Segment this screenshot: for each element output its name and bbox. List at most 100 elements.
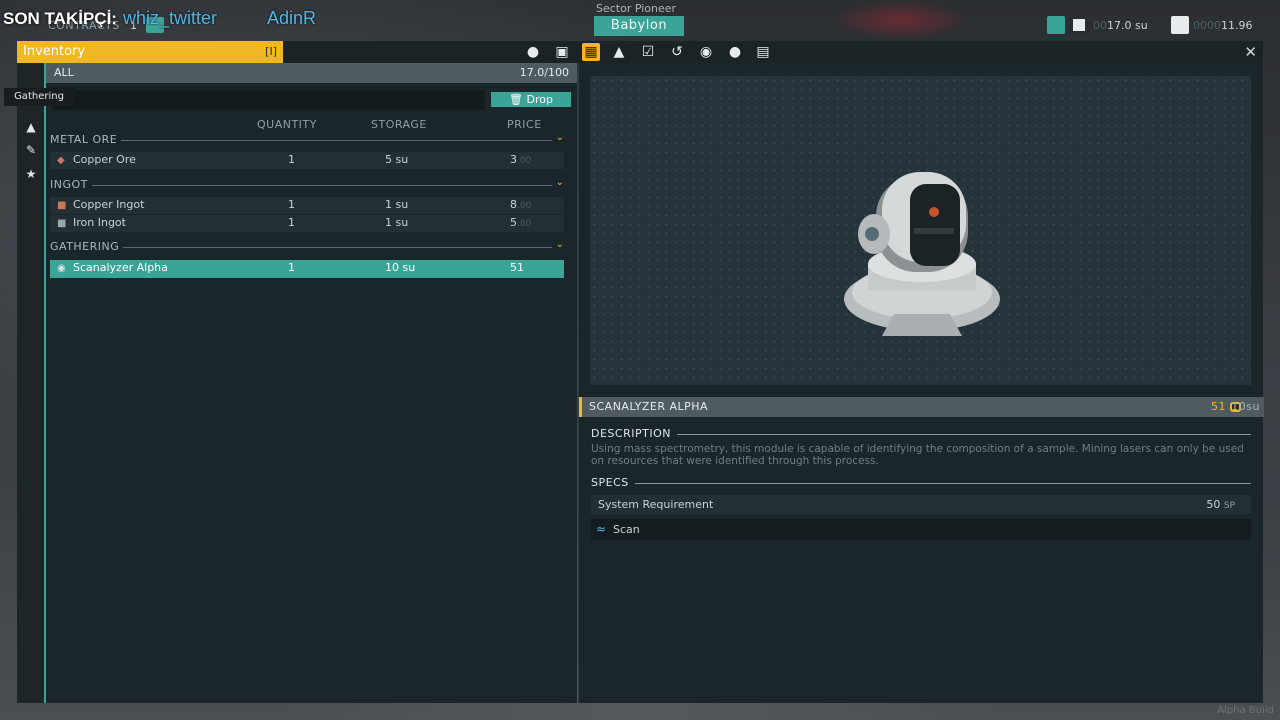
table-row[interactable]: ◆ Copper Ore 1 5 su 3.00 — [50, 152, 564, 169]
list-icon[interactable]: ▤ — [754, 43, 772, 61]
item-price: 51 — [510, 261, 524, 274]
capacity-readout: 17.0/100 — [519, 66, 569, 79]
column-price[interactable]: PRICE — [507, 118, 542, 131]
window-title: Inventory — [23, 44, 86, 59]
item-quantity: 1 — [288, 198, 295, 211]
category-header[interactable]: INGOT ⌄ — [50, 177, 564, 192]
item-name: Scanalyzer Alpha — [73, 261, 168, 274]
item-name: Copper Ore — [73, 153, 136, 166]
drop-button[interactable]: 🗑 Drop — [491, 92, 571, 107]
chevron-down-icon[interactable]: ⌄ — [556, 132, 564, 143]
column-storage[interactable]: STORAGE — [371, 118, 427, 131]
globe-icon[interactable]: ◉ — [697, 43, 715, 61]
item-list-panel: ALL 17.0/100 🗑 Drop QUANTITY STORAGE PRI… — [46, 63, 577, 703]
drop-label: Drop — [526, 93, 553, 106]
detail-title-bar: SCANALYZER ALPHA 51 10su — [579, 397, 1264, 417]
table-row-selected[interactable]: ◉ Scanalyzer Alpha 1 10 su 51 — [50, 260, 564, 278]
inventory-icon[interactable]: ▦ — [582, 43, 600, 61]
ship-icon[interactable]: ▲ — [610, 43, 628, 61]
stream-follower-label: SON TAKİPÇİ: — [3, 9, 117, 28]
gathering-icon[interactable]: ▲ — [23, 119, 39, 135]
item-description: Using mass spectrometry, this module is … — [591, 443, 1244, 467]
stream-follower-name-2: AdinR — [267, 8, 317, 28]
category-label: METAL ORE — [50, 133, 122, 146]
spec-row: System Requirement 50 SP — [591, 495, 1251, 514]
wifi-icon: ≈ — [596, 522, 607, 536]
section-rule — [591, 483, 1251, 484]
tree-icon[interactable]: ▣ — [553, 43, 571, 61]
category-header[interactable]: METAL ORE ⌄ — [50, 132, 564, 147]
price-whole: 3 — [510, 153, 517, 166]
ability-label: Scan — [613, 523, 640, 536]
ability-row[interactable]: ≈ Scan — [591, 519, 1251, 540]
category-label: GATHERING — [50, 240, 124, 253]
category-header[interactable]: GATHERING ⌄ — [50, 239, 564, 254]
price-frac: .00 — [517, 201, 532, 211]
section-label: DESCRIPTION — [591, 427, 677, 440]
item-storage: 1 su — [385, 198, 409, 211]
check-icon[interactable]: ☑ — [639, 43, 657, 61]
inventory-window: Inventory [I] ● ▣ ▦ ▲ ☑ ↺ ◉ ● ▤ ✕ ▲ ✎ ★ … — [4, 40, 1264, 703]
filter-bar[interactable]: ALL 17.0/100 — [46, 63, 577, 83]
item-storage: 1 su — [385, 216, 409, 229]
price-frac: .00 — [517, 156, 532, 166]
item-detail-panel: SCANALYZER ALPHA 51 10su DESCRIPTION Usi… — [578, 63, 1264, 703]
category-rule — [50, 140, 552, 141]
crafting-icon[interactable]: ✎ — [23, 142, 39, 158]
item-price: 3.00 — [510, 153, 531, 166]
table-row[interactable]: ■ Iron Ingot 1 1 su 5.80 — [50, 215, 564, 232]
credits-value: 11.96 — [1221, 19, 1253, 32]
sector-label: Sector Pioneer — [596, 2, 677, 15]
copper-ingot-icon: ■ — [57, 200, 67, 211]
item-name: Iron Ingot — [73, 216, 126, 229]
storage-value: 17.0 su — [1107, 19, 1148, 32]
chevron-down-icon[interactable]: ⌄ — [556, 239, 564, 250]
item-quantity: 1 — [288, 216, 295, 229]
person-icon[interactable]: ● — [524, 43, 542, 61]
sector-name[interactable]: Babylon — [594, 16, 684, 36]
section-label: SPECS — [591, 476, 635, 489]
close-icon[interactable]: ✕ — [1244, 43, 1257, 61]
stream-follower-name-1: whiz_twitter — [123, 8, 218, 28]
column-quantity[interactable]: QUANTITY — [257, 118, 317, 131]
specs-header: SPECS — [591, 476, 1251, 490]
category-rail: ▲ ✎ ★ — [17, 63, 45, 703]
storage-icon — [1070, 16, 1088, 34]
category-rule — [50, 247, 552, 248]
top-hud: CONTRACTS 1 SON TAKİPÇİ: whiz_twitter Ad… — [0, 0, 1280, 40]
history-icon[interactable]: ↺ — [668, 43, 686, 61]
spec-value: 50 SP — [1206, 495, 1235, 516]
gathering-tooltip: Gathering — [4, 88, 74, 106]
price-whole: 51 — [510, 261, 524, 274]
section-rule — [591, 434, 1251, 435]
table-row[interactable]: ■ Copper Ingot 1 1 su 8.00 — [50, 197, 564, 214]
price-whole: 8 — [510, 198, 517, 211]
storage-readout: 0017.0 su — [1093, 19, 1148, 32]
scanner-icon: ◉ — [57, 263, 66, 274]
group-icon[interactable]: ● — [726, 43, 744, 61]
search-input[interactable] — [52, 90, 485, 110]
trophy-icon[interactable]: ★ — [23, 166, 39, 182]
category-rule — [50, 185, 552, 186]
credits-icon — [1171, 16, 1189, 34]
build-watermark: Alpha Build — [1217, 705, 1274, 716]
scanalyzer-model — [844, 172, 1000, 336]
price-whole: 5 — [510, 216, 517, 229]
iron-ingot-icon: ■ — [57, 218, 67, 229]
detail-title: SCANALYZER ALPHA — [589, 400, 709, 413]
category-label: INGOT — [50, 178, 92, 191]
storage-leading-zeros: 00 — [1093, 19, 1107, 32]
price-frac: .80 — [517, 219, 532, 229]
item-name: Copper Ingot — [73, 198, 145, 211]
chevron-down-icon[interactable]: ⌄ — [556, 177, 564, 188]
detail-size: 10su — [1231, 400, 1260, 413]
spec-key: System Requirement — [598, 498, 714, 511]
item-storage: 10 su — [385, 261, 416, 274]
item-storage: 5 su — [385, 153, 409, 166]
item-preview[interactable] — [590, 76, 1251, 385]
spec-unit: SP — [1223, 501, 1235, 511]
credits-leading-zeros: 0000 — [1193, 19, 1221, 32]
spec-number: 50 — [1206, 498, 1221, 511]
filter-label: ALL — [54, 66, 74, 79]
bug-icon[interactable] — [1047, 16, 1065, 34]
